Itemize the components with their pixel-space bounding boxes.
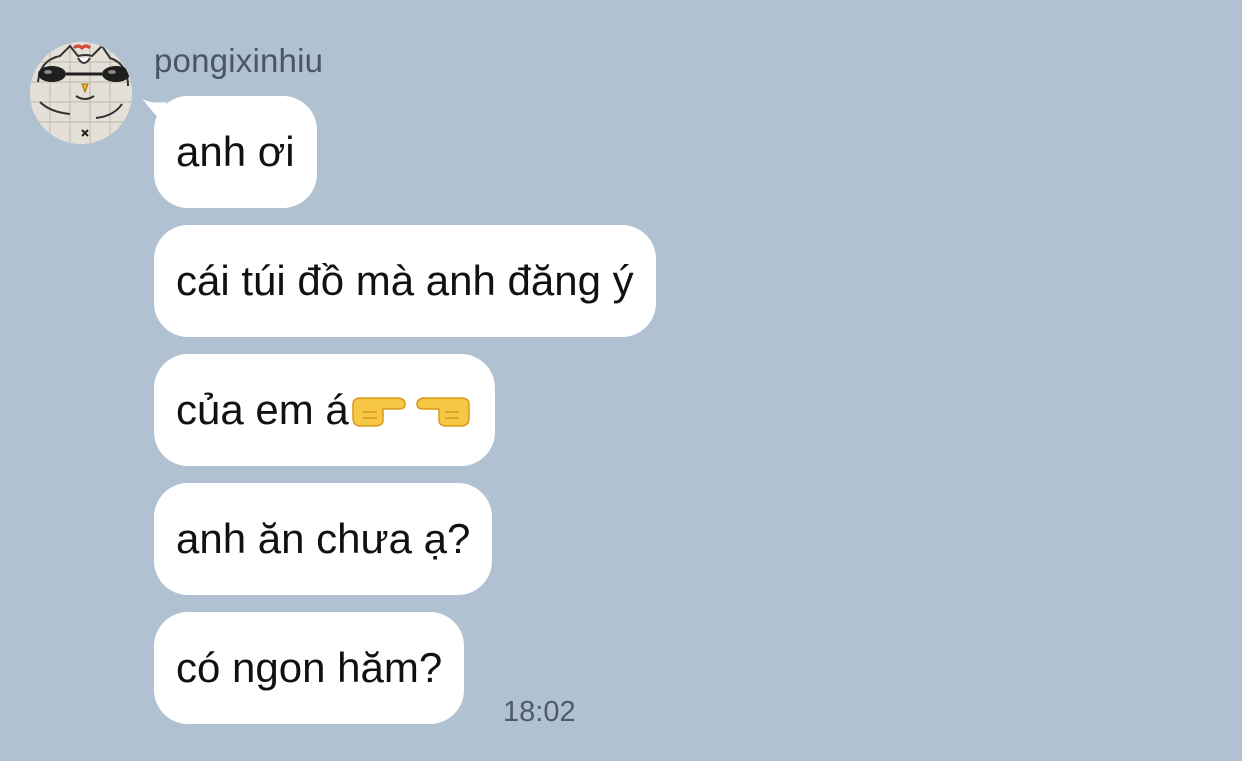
sender-name: pongixinhiu xyxy=(154,42,324,79)
pointing-left-hand-icon xyxy=(416,397,470,427)
pointing-right-hand-icon xyxy=(352,397,406,427)
message-row: anh ăn chưa ạ? xyxy=(154,483,656,595)
message-row: anh ơi xyxy=(142,96,656,208)
message-bubble[interactable]: anh ăn chưa ạ? xyxy=(154,483,493,595)
message-text: anh ơi xyxy=(176,128,295,175)
message-row: cái túi đồ mà anh đăng ý xyxy=(154,225,656,337)
message-text: anh ăn chưa ạ? xyxy=(176,515,471,562)
doodle-cat-avatar-icon xyxy=(30,42,132,144)
message-timestamp: 18:02 xyxy=(503,696,576,728)
message-text: của em á xyxy=(176,386,349,433)
message-row: có ngon hăm? xyxy=(154,612,656,724)
message-bubble[interactable]: cái túi đồ mà anh đăng ý xyxy=(154,225,656,337)
message-bubble[interactable]: có ngon hăm? xyxy=(154,612,465,724)
message-text: cái túi đồ mà anh đăng ý xyxy=(176,257,634,304)
message-row: của em á xyxy=(154,354,656,466)
bubble-tail-icon xyxy=(142,98,166,126)
message-text: có ngon hăm? xyxy=(176,644,443,691)
message-bubble[interactable]: của em á xyxy=(154,354,495,466)
message-bubble[interactable]: anh ơi xyxy=(142,96,317,208)
message-list: anh ơi cái túi đồ mà anh đăng ý của em á… xyxy=(142,96,656,741)
sender-avatar[interactable] xyxy=(30,42,132,144)
